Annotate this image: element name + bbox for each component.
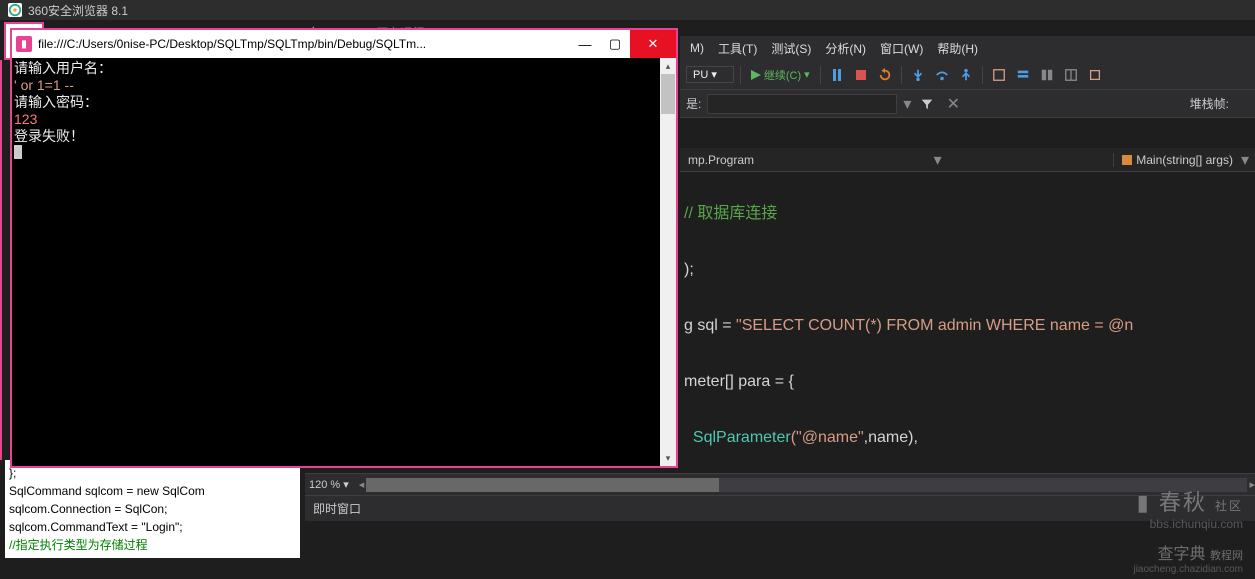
scroll-right-arrow[interactable]: ▸ <box>1249 478 1255 491</box>
toolbar-icon[interactable] <box>1013 65 1033 85</box>
code-type: SqlParameter <box>693 429 791 446</box>
toolbar-icon[interactable] <box>1061 65 1081 85</box>
close-button[interactable]: ✕ <box>630 30 676 58</box>
code-text: g sql = "SELECT COUNT(*) FROM admin WHER… <box>684 317 1133 334</box>
zoom-dropdown[interactable]: 120 % ▾ <box>305 478 353 491</box>
text-cursor <box>14 145 22 159</box>
code-comment: // 取据库连接 <box>684 205 777 222</box>
maximize-button[interactable]: ▢ <box>600 30 630 58</box>
step-into-button[interactable] <box>908 65 928 85</box>
code-text: meter[] para = { <box>684 373 794 390</box>
pause-button[interactable] <box>827 65 847 85</box>
menu-help[interactable]: 帮助(H) <box>931 38 984 59</box>
menu-tools[interactable]: 工具(T) <box>712 38 763 59</box>
toolbar-icon[interactable] <box>1037 65 1057 85</box>
nav-class-dropdown[interactable]: mp.Program <box>680 153 762 167</box>
code-editor[interactable]: // 取据库连接 ); g sql = "SELECT COUNT(*) FRO… <box>680 172 1255 469</box>
console-body: 请输入用户名： ' or 1=1 -- 请输入密码： 123 登录失败！ ▴ ▾ <box>12 58 676 466</box>
toolbar-icon[interactable] <box>989 65 1009 85</box>
restart-button[interactable] <box>875 65 895 85</box>
minimize-button[interactable]: — <box>570 30 600 58</box>
editor-nav-bar: mp.Program ▾ Main(string[] args) ▾ <box>680 148 1255 172</box>
left-border <box>0 60 2 460</box>
browser-tab-strip: 360安全浏览器 8.1 <box>0 0 1255 20</box>
toolbar-separator <box>740 66 741 84</box>
console-title-text: file:///C:/Users/0nise-PC/Desktop/SQLTmp… <box>38 37 570 51</box>
immediate-window: 即时窗口 <box>305 495 1255 579</box>
filter-icon[interactable] <box>917 94 937 114</box>
nav-method-dropdown[interactable]: Main(string[] args) <box>1113 153 1241 167</box>
step-over-button[interactable] <box>932 65 952 85</box>
code-text: ,name), <box>864 429 918 446</box>
menu-m[interactable]: M) <box>684 39 710 57</box>
editor-status-bar: 120 % ▾ ◂ ▸ <box>305 473 1255 495</box>
scroll-down-arrow[interactable]: ▾ <box>660 450 676 466</box>
browser-favicon <box>8 3 22 17</box>
cpu-dropdown[interactable]: PU ▾ <box>686 66 734 83</box>
vs-toolbar: PU ▾ 继续(C) ▾ <box>680 60 1255 90</box>
menu-analyze[interactable]: 分析(N) <box>819 38 872 59</box>
process-label: 是: <box>686 95 701 112</box>
process-dropdown[interactable] <box>707 94 897 114</box>
immediate-window-title: 即时窗口 <box>305 496 1255 521</box>
toolbar-separator <box>982 66 983 84</box>
console-app-icon: ▮ <box>16 36 32 52</box>
scroll-left-arrow[interactable]: ◂ <box>359 478 365 491</box>
horizontal-scrollbar[interactable] <box>366 478 1247 492</box>
stop-button[interactable] <box>851 65 871 85</box>
console-vertical-scrollbar[interactable]: ▴ ▾ <box>660 58 676 466</box>
toolbar-separator <box>820 66 821 84</box>
method-icon <box>1122 155 1132 165</box>
console-output[interactable]: 请输入用户名： ' or 1=1 -- 请输入密码： 123 登录失败！ <box>12 58 660 466</box>
console-window: ▮ file:///C:/Users/0nise-PC/Desktop/SQLT… <box>10 28 678 468</box>
vs-toolbar-2: 是: ▾ ✕ 堆栈帧: <box>680 90 1255 118</box>
code-text: ); <box>684 261 694 278</box>
console-titlebar[interactable]: ▮ file:///C:/Users/0nise-PC/Desktop/SQLT… <box>12 30 676 58</box>
toolbar-icon[interactable] <box>1085 65 1105 85</box>
clear-icon[interactable]: ✕ <box>943 94 963 114</box>
step-out-button[interactable] <box>956 65 976 85</box>
menu-test[interactable]: 测试(S) <box>765 38 817 59</box>
menu-window[interactable]: 窗口(W) <box>874 38 929 59</box>
continue-button[interactable]: 继续(C) ▾ <box>747 65 814 85</box>
code-text: ("@name" <box>791 429 864 446</box>
background-code: }; SqlCommand sqlcom = new SqlCom sqlcom… <box>5 460 300 558</box>
toolbar-separator <box>901 66 902 84</box>
stack-frame-label: 堆栈帧: <box>1190 95 1229 112</box>
scroll-up-arrow[interactable]: ▴ <box>660 58 676 74</box>
browser-title: 360安全浏览器 8.1 <box>28 2 128 19</box>
vs-menu-bar: M) 工具(T) 测试(S) 分析(N) 窗口(W) 帮助(H) <box>680 36 1255 60</box>
